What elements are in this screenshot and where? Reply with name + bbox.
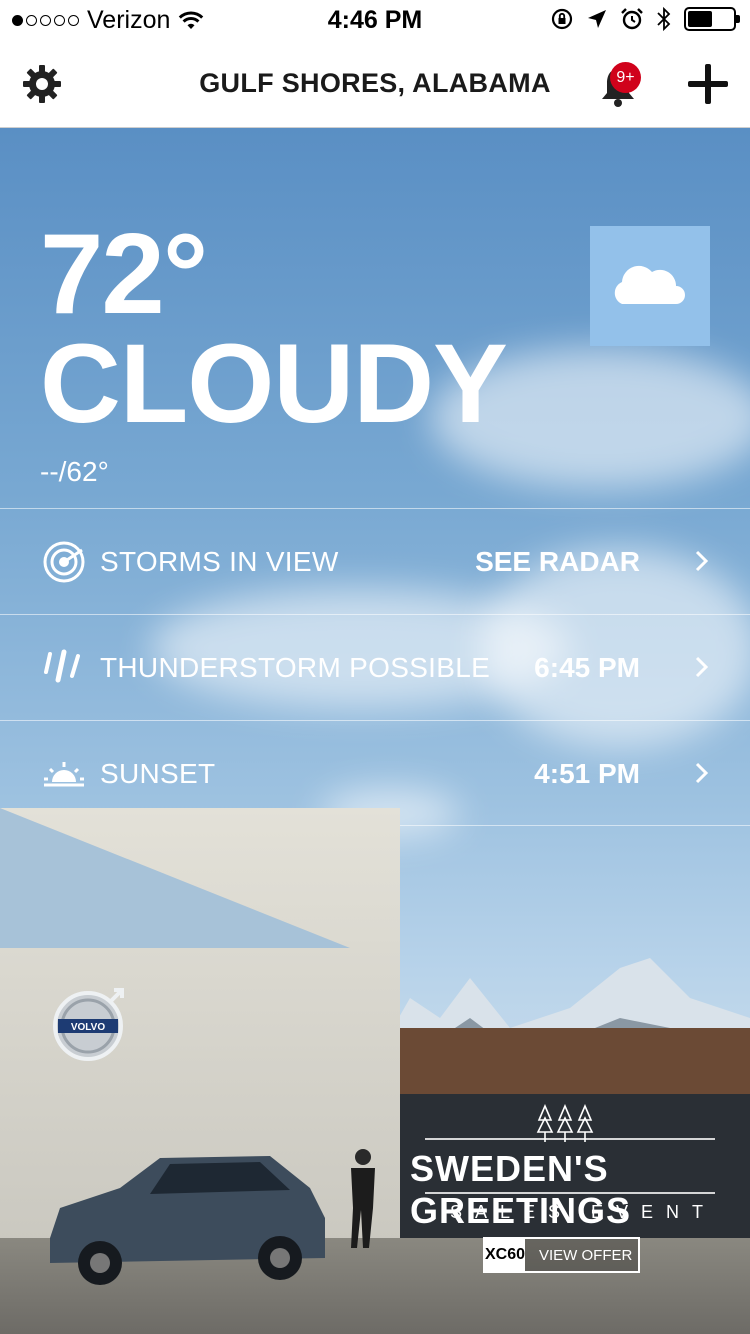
cloud-icon [614,265,685,304]
car-image [50,1156,325,1285]
storms-row[interactable]: STORMS IN VIEW SEE RADAR [0,508,750,614]
row-label: SUNSET [100,758,216,789]
row-value: 6:45 PM [534,652,640,683]
hi-lo-temperature: --/62° [40,456,109,487]
current-temperature: 72° [40,211,208,338]
location-arrow-icon [588,10,606,28]
thunderstorm-row[interactable]: THUNDERSTORM POSSIBLE 6:45 PM [0,614,750,720]
weather-hero: 72° CLOUDY --/62° STORMS IN VIEW SEE RAD… [0,128,750,1334]
alarm-icon [621,8,643,30]
chevron-right-icon [695,656,709,678]
notification-badge: 9+ [610,62,641,93]
current-condition: CLOUDY [40,321,508,446]
offer-label: VIEW OFFER [539,1246,633,1264]
rain-icon [44,649,80,683]
row-value: 4:51 PM [534,758,640,789]
ad-divider [425,1192,715,1194]
status-bar: Verizon 4:46 PM [0,0,750,42]
chevron-right-icon [695,762,709,784]
ad-divider [425,1138,715,1140]
view-offer-button[interactable]: XC60 VIEW OFFER [483,1237,640,1273]
offer-model: XC60 [485,1239,525,1271]
plus-icon[interactable] [688,64,728,104]
status-right [550,6,740,32]
building-roofline [0,808,400,948]
row-label: THUNDERSTORM POSSIBLE [100,652,491,683]
volvo-logo[interactable]: VOLVO [50,984,130,1064]
row-label: STORMS IN VIEW [100,546,339,577]
nav-bar: GULF SHORES, ALABAMA 9+ [0,42,750,128]
person-image [351,1149,375,1248]
ad-subline: SALES EVENT [450,1202,717,1222]
radar-icon [43,541,85,583]
chevron-right-icon [695,550,709,572]
row-value[interactable]: SEE RADAR [475,546,640,578]
battery-level [688,11,713,27]
condition-icon-box [590,226,710,346]
sunset-icon [44,762,84,787]
rotation-lock-icon [551,8,573,30]
bluetooth-icon [657,6,671,32]
battery-icon [684,7,740,31]
volvo-logo-text: VOLVO [71,1022,105,1033]
